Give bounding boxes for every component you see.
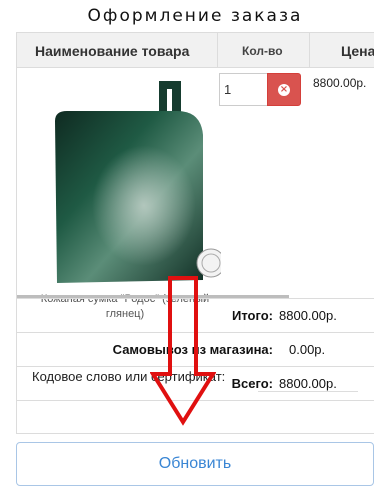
table-header: Наименование товара Кол-во Цена xyxy=(17,33,374,68)
down-arrow-icon xyxy=(150,276,216,426)
column-divider xyxy=(217,33,218,68)
coupon-input[interactable] xyxy=(258,362,358,392)
item-price: 8800.00р. xyxy=(313,76,367,90)
pickup-value: 0.00р. xyxy=(289,342,326,357)
update-button[interactable]: Обновить xyxy=(16,442,374,486)
header-name: Наименование товара xyxy=(35,43,190,59)
column-divider xyxy=(309,33,310,68)
times-circle-icon: × xyxy=(278,83,290,96)
subtotal-label: Итого: xyxy=(232,308,273,323)
remove-item-button[interactable]: × xyxy=(267,73,301,106)
header-qty: Кол-во xyxy=(242,44,283,58)
product-image[interactable] xyxy=(31,75,221,290)
quantity-input[interactable] xyxy=(219,73,267,106)
subtotal-value: 8800.00р. xyxy=(279,308,337,323)
page-title: Оформление заказа xyxy=(87,6,303,26)
header-price: Цена xyxy=(341,43,374,59)
